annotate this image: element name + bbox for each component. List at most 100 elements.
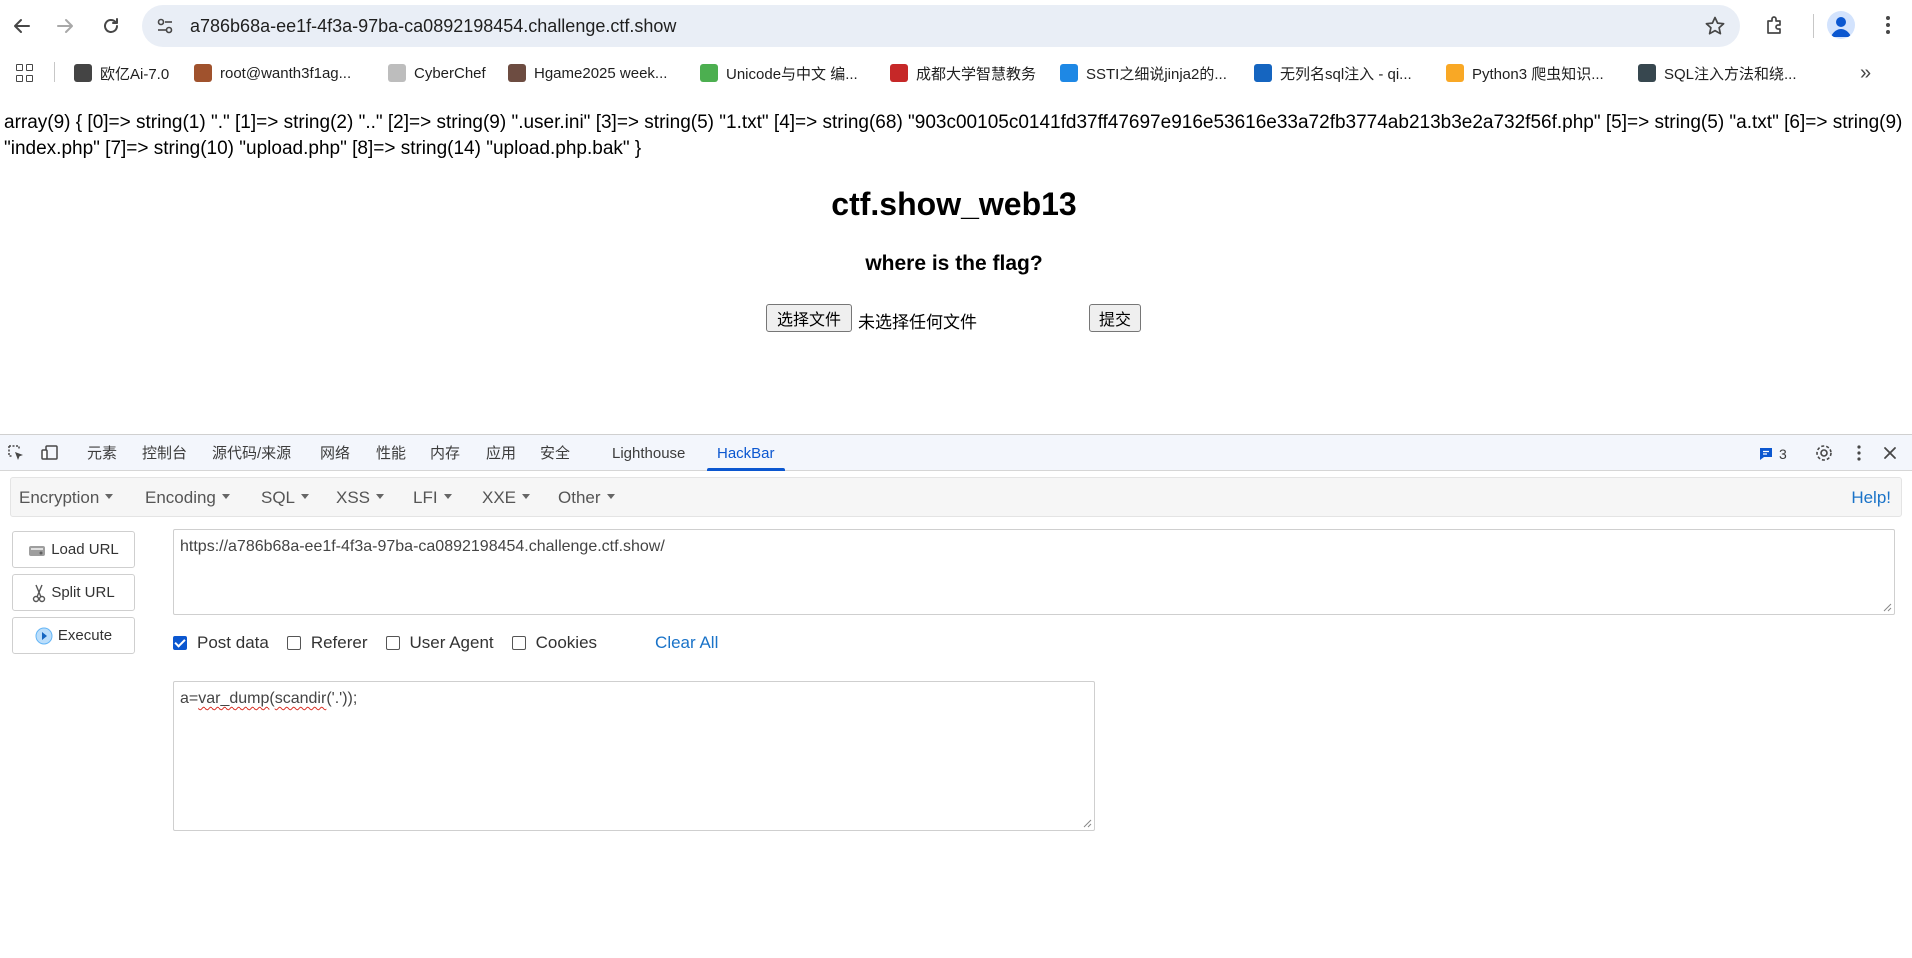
hackbar-menu-dropdown[interactable]: LFI (413, 488, 452, 508)
arrow-left-icon (14, 19, 30, 33)
bookmark-item[interactable]: root@wanth3f1ag... (194, 60, 351, 86)
user-agent-checkbox[interactable] (385, 636, 400, 650)
bookmark-item[interactable]: Unicode与中文 编... (700, 60, 858, 86)
file-status-text: 未选择任何文件 (858, 313, 977, 333)
split-url-label: Split URL (51, 584, 115, 601)
resize-handle-icon[interactable] (1082, 818, 1092, 828)
puzzle-icon (1767, 16, 1781, 34)
close-icon[interactable] (1880, 443, 1900, 463)
devtools-tab-bar: 元素 控制台 源代码/来源 网络 性能 内存 应用 安全 Lighthouse HackBar 3 (0, 435, 1912, 471)
issues-counter[interactable]: 3 (1758, 444, 1787, 464)
hackbar-menu-dropdown[interactable]: Other (558, 488, 615, 508)
bookmark-label: Hgame2025 week... (534, 64, 668, 82)
device-toolbar-icon[interactable] (40, 443, 60, 463)
request-options: Post data Referer User Agent Cookies Cle… (173, 631, 718, 655)
back-button[interactable] (2, 6, 42, 46)
settings-gear-icon[interactable] (1814, 443, 1834, 463)
bookmark-item[interactable]: SSTI之细说jinja2的... (1060, 60, 1227, 86)
bookmark-label: Unicode与中文 编... (726, 65, 858, 83)
url-text[interactable]: a786b68a-ee1f-4f3a-97ba-ca0892198454.cha… (190, 16, 676, 37)
referer-option[interactable]: Referer (286, 633, 368, 653)
load-url-label: Load URL (51, 541, 119, 558)
page-content: array(9) { [0]=> string(1) "." [1]=> str… (0, 104, 1912, 434)
bookmark-item[interactable]: Python3 爬虫知识... (1446, 60, 1604, 86)
user-agent-label: User Agent (409, 633, 494, 652)
devtools-tab[interactable]: 网络 (320, 435, 350, 471)
resize-handle-icon[interactable] (1882, 602, 1892, 612)
devtools-tab[interactable]: 性能 (376, 435, 406, 471)
devtools-panel: 元素 控制台 源代码/来源 网络 性能 内存 应用 安全 Lighthouse HackBar 3… (0, 434, 1912, 958)
url-textarea[interactable]: https://a786b68a-ee1f-4f3a-97ba-ca089219… (173, 529, 1895, 615)
bookmark-label: CyberChef (414, 64, 486, 82)
biohazard-icon (1446, 64, 1464, 82)
site-info-button[interactable] (152, 13, 178, 39)
bookmarks-overflow-button[interactable]: » (1860, 62, 1871, 85)
bookmark-item[interactable]: SQL注入方法和绕... (1638, 60, 1797, 86)
apps-grid-icon[interactable] (16, 64, 34, 82)
cookies-option[interactable]: Cookies (511, 633, 597, 653)
hackbar-menu-dropdown[interactable]: Encryption (19, 488, 114, 508)
help-link[interactable]: Help! (1851, 488, 1891, 508)
choose-file-button[interactable]: 选择文件 (766, 304, 852, 332)
devtools-tab[interactable]: 应用 (486, 435, 516, 471)
post-data-label: Post data (197, 633, 269, 652)
hackbar-menu-dropdown[interactable]: SQL (261, 488, 310, 508)
reload-button[interactable] (91, 6, 131, 46)
inspect-element-icon[interactable] (6, 443, 26, 463)
execute-button[interactable]: Execute (12, 617, 135, 654)
browser-toolbar: a786b68a-ee1f-4f3a-97ba-ca0892198454.cha… (0, 0, 1912, 52)
hackbar-menu-bar: Encryption Encoding SQL XSS LFI XXE Other Help… (10, 477, 1902, 517)
page-title: ctf.show_web13 (831, 186, 1077, 222)
star-icon (1705, 16, 1725, 35)
seal-icon (890, 64, 908, 82)
bookmark-label: 成都大学智慧教务 (916, 65, 1037, 83)
arrow-right-icon (57, 19, 73, 33)
reload-icon (104, 18, 118, 33)
submit-button[interactable]: 提交 (1089, 304, 1141, 332)
hackbar-menu-dropdown[interactable]: Encoding (145, 488, 230, 508)
devtools-tab[interactable]: 控制台 (142, 435, 187, 471)
user-agent-option[interactable]: User Agent (385, 633, 494, 653)
more-options-icon[interactable] (1849, 443, 1869, 463)
devtools-tab[interactable]: 内存 (430, 435, 460, 471)
bookmark-item[interactable]: Hgame2025 week... (508, 60, 667, 86)
bookmark-item[interactable]: CyberChef (388, 60, 486, 86)
play-icon (35, 627, 53, 644)
t-icon (700, 64, 718, 82)
devtools-tab[interactable]: Lighthouse (612, 435, 685, 471)
caret-down-icon (105, 494, 114, 500)
bookmark-item[interactable]: 无列名sql注入 - qi... (1254, 60, 1412, 86)
caret-down-icon (522, 494, 531, 500)
devtools-tab[interactable]: 元素 (87, 435, 117, 471)
devtools-tab[interactable]: HackBar (707, 435, 784, 471)
bookmark-item[interactable]: 欧亿Ai-7.0 (74, 60, 169, 86)
hackbar-menu-label: SQL (261, 488, 296, 507)
profile-button[interactable] (1827, 11, 1855, 39)
extensions-button[interactable] (1760, 10, 1790, 40)
split-url-button[interactable]: Split URL (12, 574, 135, 611)
referer-checkbox[interactable] (286, 636, 301, 650)
browser-menu-button[interactable] (1876, 12, 1900, 38)
bookmark-label: root@wanth3f1ag... (220, 64, 352, 82)
bookmark-label: SSTI之细说jinja2的... (1086, 65, 1227, 83)
var-dump-output: array(9) { [0]=> string(1) "." [1]=> str… (4, 112, 1903, 159)
address-bar[interactable]: a786b68a-ee1f-4f3a-97ba-ca0892198454.cha… (142, 5, 1740, 47)
referer-label: Referer (310, 633, 368, 652)
execute-label: Execute (57, 627, 113, 644)
tune-icon (157, 18, 173, 34)
hackbar-menu-dropdown[interactable]: XSS (336, 488, 385, 508)
bookmark-item[interactable]: 成都大学智慧教务 (890, 60, 1036, 86)
devtools-tab[interactable]: 源代码/来源 (212, 435, 291, 471)
post-data-option[interactable]: Post data (173, 633, 269, 653)
load-url-button[interactable]: Load URL (12, 531, 135, 568)
forward-button[interactable] (45, 6, 85, 46)
post-data-textarea[interactable]: a=var_dump(scandir('.')); (173, 681, 1095, 831)
bookmark-star-button[interactable] (1704, 15, 1726, 37)
cookies-checkbox[interactable] (511, 636, 526, 650)
devtools-tab[interactable]: 安全 (540, 435, 570, 471)
hackbar-menu-dropdown[interactable]: XXE (482, 488, 531, 508)
clear-all-link[interactable]: Clear All (655, 633, 718, 653)
post-data-checkbox[interactable] (173, 636, 187, 650)
caret-down-icon (221, 494, 230, 500)
hackbar-menu-label: XXE (482, 488, 517, 507)
